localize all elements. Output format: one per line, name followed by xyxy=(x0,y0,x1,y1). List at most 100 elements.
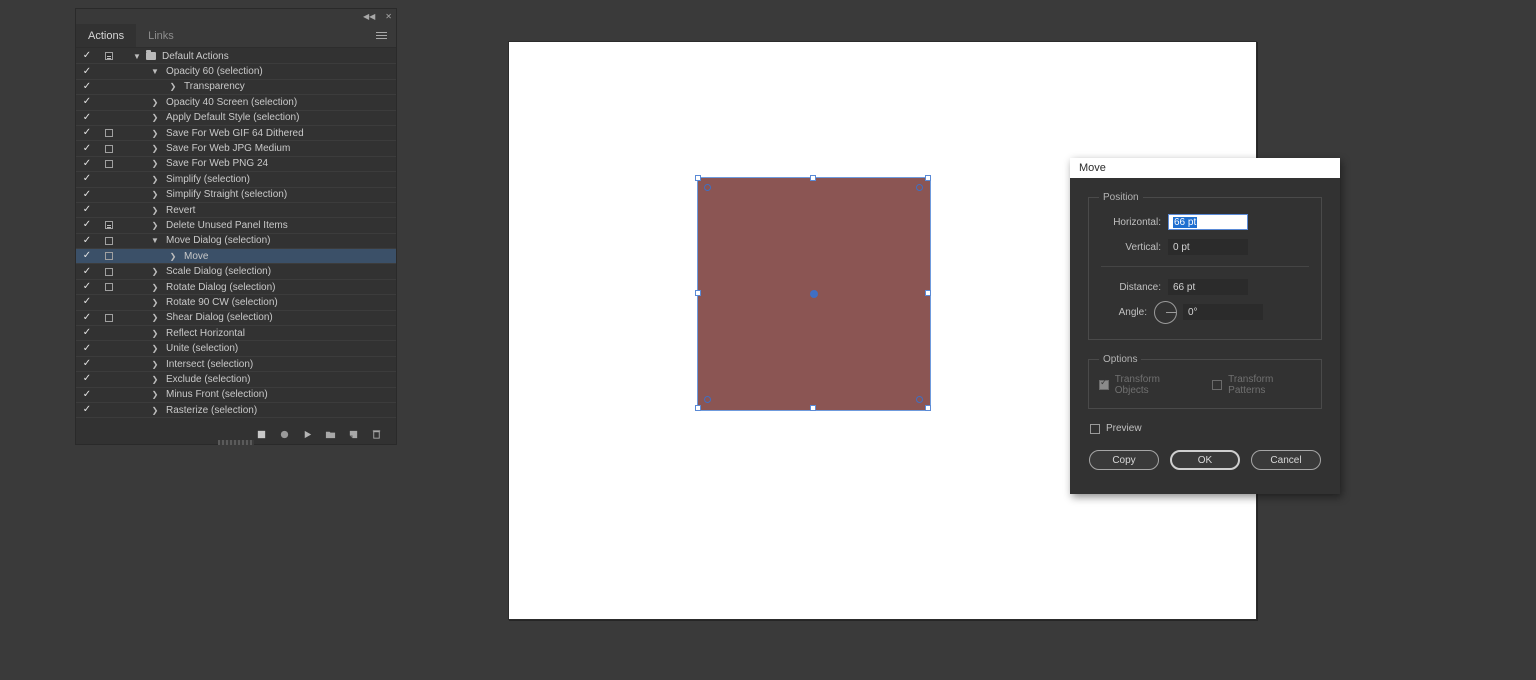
chevron-down-icon[interactable]: ▼ xyxy=(150,236,160,245)
chevron-right-icon[interactable]: ❯ xyxy=(150,329,160,338)
action-row[interactable]: ✓ ❯ Shear Dialog (selection) xyxy=(76,311,396,327)
resize-handle-middle-right[interactable] xyxy=(925,290,931,296)
action-enabled-checkbox[interactable]: ✓ xyxy=(76,297,98,307)
play-icon[interactable] xyxy=(302,429,313,440)
chevron-right-icon[interactable]: ❯ xyxy=(150,375,160,384)
action-enabled-checkbox[interactable]: ✓ xyxy=(76,251,98,261)
action-row[interactable]: ✓ ❯ Revert xyxy=(76,203,396,219)
resize-handle-middle-left[interactable] xyxy=(695,290,701,296)
angle-input[interactable]: 0° xyxy=(1183,304,1263,320)
action-row[interactable]: ✓ ❯ Rotate Dialog (selection) xyxy=(76,280,396,296)
close-icon[interactable]: ✕ xyxy=(385,12,392,21)
tab-actions[interactable]: Actions xyxy=(76,24,137,47)
dialog-toggle[interactable] xyxy=(98,129,120,138)
action-enabled-checkbox[interactable]: ✓ xyxy=(76,66,98,77)
collapse-icon[interactable]: ◀◀ xyxy=(363,12,375,21)
action-row[interactable]: ✓ ❯ Delete Unused Panel Items xyxy=(76,218,396,234)
anchor-widget-bottom-left[interactable] xyxy=(704,396,711,403)
chevron-right-icon[interactable]: ❯ xyxy=(150,390,160,399)
chevron-right-icon[interactable]: ❯ xyxy=(168,252,178,261)
cancel-button[interactable]: Cancel xyxy=(1251,450,1321,470)
action-enabled-checkbox[interactable]: ✓ xyxy=(76,158,98,169)
angle-dial-icon[interactable] xyxy=(1154,300,1177,324)
new-set-icon[interactable] xyxy=(325,429,336,440)
resize-handle-top-center[interactable] xyxy=(810,175,816,181)
chevron-down-icon[interactable]: ▼ xyxy=(150,67,160,76)
hamburger-menu-icon[interactable] xyxy=(367,24,396,47)
action-row[interactable]: ✓ ▼ Opacity 60 (selection) xyxy=(76,64,396,80)
dialog-toggle[interactable] xyxy=(98,144,120,153)
chevron-down-icon[interactable]: ▼ xyxy=(132,52,142,61)
dialog-toggle[interactable] xyxy=(98,267,120,276)
action-row[interactable]: ✓ ❯ Transparency xyxy=(76,80,396,96)
action-row[interactable]: ✓ ▼ Default Actions xyxy=(76,49,396,65)
copy-button[interactable]: Copy xyxy=(1089,450,1159,470)
chevron-right-icon[interactable]: ❯ xyxy=(150,283,160,292)
action-row[interactable]: ✓ ❯ Opacity 40 Screen (selection) xyxy=(76,95,396,111)
chevron-right-icon[interactable]: ❯ xyxy=(168,82,178,91)
action-enabled-checkbox[interactable]: ✓ xyxy=(76,189,98,200)
anchor-widget-bottom-right[interactable] xyxy=(916,396,923,403)
action-row[interactable]: ✓ ❯ Rotate 90 CW (selection) xyxy=(76,295,396,311)
action-enabled-checkbox[interactable]: ✓ xyxy=(76,343,98,354)
action-row[interactable]: ✓ ❯ Save For Web PNG 24 xyxy=(76,157,396,173)
action-row[interactable]: ✓ ❯ Save For Web GIF 64 Dithered xyxy=(76,126,396,142)
dialog-toggle[interactable] xyxy=(98,221,120,230)
resize-handle-top-left[interactable] xyxy=(695,175,701,181)
action-enabled-checkbox[interactable]: ✓ xyxy=(76,128,98,138)
chevron-right-icon[interactable]: ❯ xyxy=(150,190,160,199)
chevron-right-icon[interactable]: ❯ xyxy=(150,344,160,353)
action-enabled-checkbox[interactable]: ✓ xyxy=(76,405,98,415)
anchor-widget-top-right[interactable] xyxy=(916,184,923,191)
stop-icon[interactable] xyxy=(256,429,267,440)
action-enabled-checkbox[interactable]: ✓ xyxy=(76,389,98,400)
selected-shape-group[interactable] xyxy=(695,175,932,412)
action-row[interactable]: ✓ ❯ Apply Default Style (selection) xyxy=(76,111,396,126)
transform-objects-checkbox[interactable]: Transform Objects xyxy=(1099,374,1194,396)
action-enabled-checkbox[interactable]: ✓ xyxy=(76,205,98,215)
action-enabled-checkbox[interactable]: ✓ xyxy=(76,235,98,246)
action-enabled-checkbox[interactable]: ✓ xyxy=(76,328,98,338)
chevron-right-icon[interactable]: ❯ xyxy=(150,144,160,153)
chevron-right-icon[interactable]: ❯ xyxy=(150,175,160,184)
action-enabled-checkbox[interactable]: ✓ xyxy=(76,312,98,323)
action-enabled-checkbox[interactable]: ✓ xyxy=(76,282,98,292)
preview-checkbox[interactable]: Preview xyxy=(1090,423,1322,434)
chevron-right-icon[interactable]: ❯ xyxy=(150,360,160,369)
chevron-right-icon[interactable]: ❯ xyxy=(150,313,160,322)
panel-resize-grip[interactable] xyxy=(218,440,254,445)
action-row[interactable]: ✓ ❯ Save For Web JPG Medium xyxy=(76,141,396,157)
action-enabled-checkbox[interactable]: ✓ xyxy=(76,220,98,230)
actions-list[interactable]: ✓ ▼ Default Actions ✓ ▼ Opacity 60 (selection… xyxy=(76,48,396,424)
action-row[interactable]: ✓ ❯ Intersect (selection) xyxy=(76,357,396,373)
action-row[interactable]: ✓ ❯ Simplify Straight (selection) xyxy=(76,188,396,203)
resize-handle-bottom-center[interactable] xyxy=(810,405,816,411)
action-row[interactable]: ✓ ▼ Move Dialog (selection) xyxy=(76,234,396,250)
dialog-toggle[interactable] xyxy=(98,159,120,168)
chevron-right-icon[interactable]: ❯ xyxy=(150,298,160,307)
anchor-widget-top-left[interactable] xyxy=(704,184,711,191)
action-enabled-checkbox[interactable]: ✓ xyxy=(76,359,98,369)
horizontal-input[interactable]: 66 pt xyxy=(1168,214,1248,230)
chevron-right-icon[interactable]: ❯ xyxy=(150,206,160,215)
action-row[interactable]: ✓ ❯ Unite (selection) xyxy=(76,341,396,357)
transform-patterns-checkbox[interactable]: Transform Patterns xyxy=(1212,374,1311,396)
vertical-input[interactable]: 0 pt xyxy=(1168,239,1248,255)
resize-handle-bottom-left[interactable] xyxy=(695,405,701,411)
action-enabled-checkbox[interactable]: ✓ xyxy=(76,143,98,154)
action-row[interactable]: ✓ ❯ Scale Dialog (selection) xyxy=(76,264,396,280)
ok-button[interactable]: OK xyxy=(1170,450,1240,470)
chevron-right-icon[interactable]: ❯ xyxy=(150,159,160,168)
chevron-right-icon[interactable]: ❯ xyxy=(150,113,160,122)
dialog-toggle[interactable] xyxy=(98,252,120,261)
action-enabled-checkbox[interactable]: ✓ xyxy=(76,112,98,123)
action-enabled-checkbox[interactable]: ✓ xyxy=(76,266,98,277)
new-action-icon[interactable] xyxy=(348,429,359,440)
record-icon[interactable] xyxy=(279,429,290,440)
dialog-toggle[interactable] xyxy=(98,236,120,245)
chevron-right-icon[interactable]: ❯ xyxy=(150,221,160,230)
action-row[interactable]: ✓ ❯ Rasterize (selection) xyxy=(76,403,396,419)
tab-links[interactable]: Links xyxy=(136,24,186,47)
chevron-right-icon[interactable]: ❯ xyxy=(150,406,160,415)
chevron-right-icon[interactable]: ❯ xyxy=(150,98,160,107)
